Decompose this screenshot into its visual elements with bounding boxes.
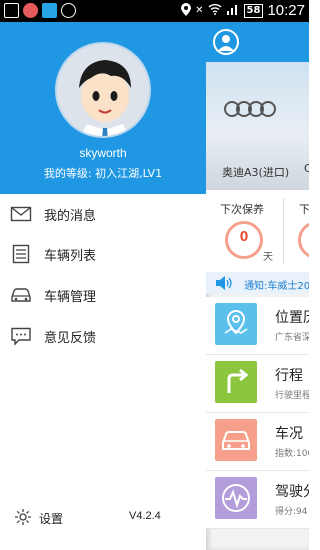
mail-icon	[10, 204, 32, 224]
audi-logo-icon	[224, 100, 276, 118]
maintenance-days-unit: 天	[263, 252, 273, 263]
gear-icon	[14, 508, 32, 526]
route-icon	[215, 361, 257, 403]
location-icon	[215, 303, 257, 345]
car-extra-text: C	[304, 162, 309, 175]
menu-label: 我的消息	[44, 209, 97, 224]
username: skyworth	[79, 146, 127, 160]
feedback-icon	[10, 326, 32, 346]
music-notification-icon	[61, 3, 76, 18]
menu-item-vehicle-management[interactable]: 车辆管理	[0, 275, 206, 315]
car-name: 奥迪A3(进口)	[222, 166, 290, 179]
main-toolbar	[206, 22, 309, 62]
menu-item-feedback[interactable]: 意见反馈	[0, 316, 206, 356]
divider	[283, 198, 284, 264]
car-icon	[10, 285, 32, 305]
app-notification-icon	[23, 3, 38, 18]
card-subtitle: 得分:94	[275, 507, 308, 517]
card-subtitle: 指数:100	[275, 449, 309, 459]
card-title: 行程	[275, 368, 303, 384]
user-profile-button[interactable]	[213, 29, 239, 55]
card-title: 驾驶分	[275, 484, 309, 500]
speaker-icon	[215, 275, 233, 291]
main-content: 奥迪A3(进口) C 下次保养 下 0 天 通知:车威士20 位置历 广东省深 …	[206, 22, 309, 550]
maintenance-title: 下次保养	[220, 203, 264, 216]
status-bar: ✕ 58 10:27	[0, 0, 309, 22]
mute-status-icon: ✕	[195, 5, 204, 16]
maintenance-days-value: 0	[239, 228, 249, 245]
menu-label: 意见反馈	[44, 331, 97, 346]
menu-label: 车辆列表	[44, 249, 97, 264]
shield-notification-icon	[42, 3, 57, 18]
card-title: 位置历	[275, 310, 309, 326]
app-version: V4.2.4	[129, 510, 161, 522]
vehicle-condition-card[interactable]: 车况 指数:100	[206, 413, 309, 471]
battery-indicator: 58	[243, 3, 264, 18]
gallery-notification-icon	[4, 3, 19, 18]
trip-card[interactable]: 行程 行驶里程	[206, 355, 309, 413]
notice-bar[interactable]: 通知:车威士20	[206, 272, 309, 294]
maintenance-ring-2	[298, 221, 309, 259]
maintenance-panel[interactable]: 下次保养 下 0 天	[206, 190, 309, 272]
list-icon	[10, 244, 32, 264]
location-history-card[interactable]: 位置历 广东省深	[206, 297, 309, 355]
avatar[interactable]	[55, 42, 151, 138]
menu-label: 车辆管理	[44, 290, 97, 305]
user-level: 我的等级: 初入江湖,LV1	[43, 167, 163, 180]
navigation-drawer: skyworth 我的等级: 初入江湖,LV1 我的消息 车辆列表 车辆管理 意…	[0, 22, 206, 550]
signal-icon	[226, 3, 240, 18]
card-title: 车况	[275, 426, 303, 442]
card-subtitle: 广东省深	[275, 333, 309, 343]
location-status-icon	[181, 2, 192, 19]
card-subtitle: 行驶里程	[275, 391, 309, 401]
car-banner[interactable]: 奥迪A3(进口) C	[206, 62, 309, 190]
notice-text: 通知:车威士20	[244, 281, 309, 292]
menu-item-vehicle-list[interactable]: 车辆列表	[0, 234, 206, 274]
maintenance-title-2: 下	[299, 203, 309, 216]
car-status-icon	[215, 419, 257, 461]
wifi-icon	[208, 3, 222, 18]
driving-score-icon	[215, 477, 257, 519]
profile-header: skyworth 我的等级: 初入江湖,LV1	[0, 22, 206, 194]
settings-button[interactable]: 设置	[14, 506, 194, 528]
clock: 10:27	[267, 2, 305, 19]
menu-item-messages[interactable]: 我的消息	[0, 194, 206, 234]
settings-label: 设置	[39, 512, 64, 526]
driving-score-card[interactable]: 驾驶分 得分:94	[206, 471, 309, 529]
